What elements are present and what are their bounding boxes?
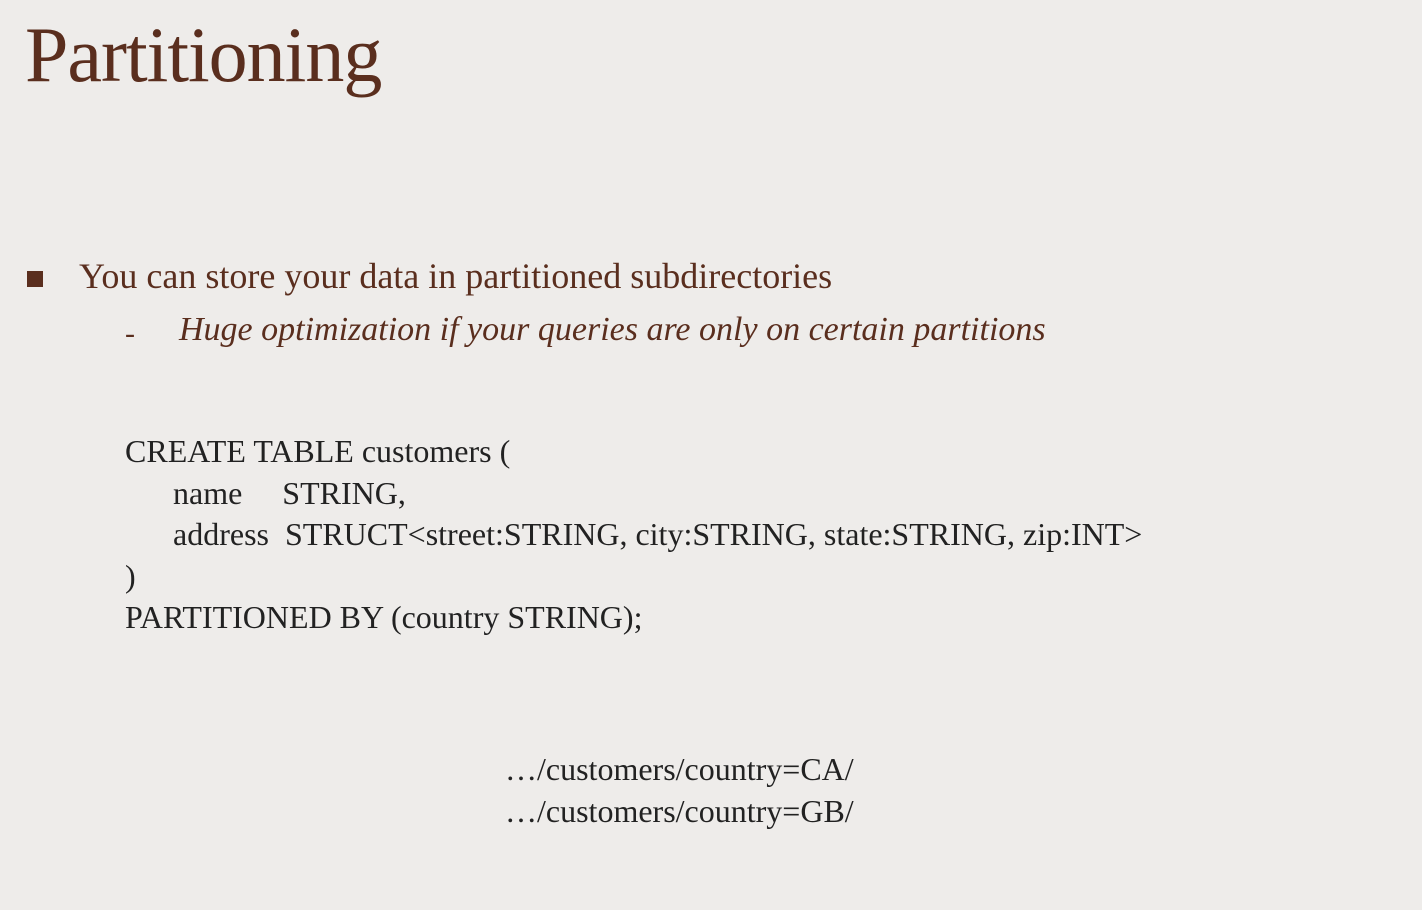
paths-block: …/customers/country=CA/ …/customers/coun… [505,749,1397,832]
bullet-text: You can store your data in partitioned s… [79,255,832,297]
path-line-2: …/customers/country=GB/ [505,791,1397,833]
path-line-1: …/customers/country=CA/ [505,749,1397,791]
sub-bullet-text: Huge optimization if your queries are on… [179,311,1046,349]
code-block: CREATE TABLE customers ( name STRING, ad… [125,431,1397,639]
bullet-square-icon [27,271,43,287]
slide-container: Partitioning You can store your data in … [0,0,1422,910]
slide-title: Partitioning [25,10,1397,100]
dash-icon: - [125,317,135,351]
sub-bullet-item: - Huge optimization if your queries are … [125,311,1397,351]
bullet-item: You can store your data in partitioned s… [25,255,1397,297]
